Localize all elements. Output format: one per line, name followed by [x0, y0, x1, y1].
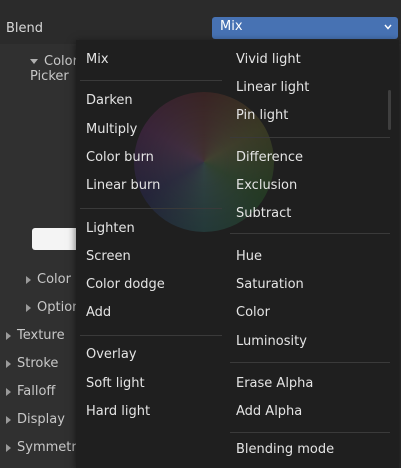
panel-row-label: Texture	[17, 328, 65, 343]
menu-item-overlay[interactable]: Overlay	[86, 347, 137, 362]
menu-item-color[interactable]: Color	[236, 305, 270, 320]
menu-separator	[80, 335, 222, 336]
menu-item-subtract[interactable]: Subtract	[236, 206, 291, 221]
menu-item-hue[interactable]: Hue	[236, 249, 262, 264]
menu-item-erase-alpha[interactable]: Erase Alpha	[236, 376, 313, 391]
menu-item-color-burn[interactable]: Color burn	[86, 150, 154, 165]
expand-triangle-icon	[6, 359, 11, 368]
menu-item-mix[interactable]: Mix	[86, 52, 109, 67]
blend-mode-menu: Mix Darken Multiply Color burn Linear bu…	[76, 40, 399, 468]
expand-triangle-icon	[6, 415, 11, 424]
menu-separator	[230, 362, 390, 363]
panel-row-label: Symmetry	[17, 440, 85, 455]
menu-item-linear-light[interactable]: Linear light	[236, 80, 309, 95]
expand-triangle-icon	[6, 443, 11, 452]
menu-scrollbar[interactable]	[388, 90, 391, 130]
panel-row-label: Display	[17, 412, 65, 427]
menu-separator	[230, 432, 390, 433]
menu-separator	[80, 208, 222, 209]
collapse-triangle-icon	[30, 59, 38, 64]
menu-item-hard-light[interactable]: Hard light	[86, 404, 150, 419]
menu-title-blending-mode: Blending mode	[236, 442, 335, 457]
menu-item-lighten[interactable]: Lighten	[86, 221, 135, 236]
blend-label: Blend	[6, 21, 44, 36]
panel-row-label: Falloff	[17, 384, 56, 399]
menu-item-luminosity[interactable]: Luminosity	[236, 334, 307, 349]
menu-item-saturation[interactable]: Saturation	[236, 277, 304, 292]
expand-triangle-icon	[26, 303, 31, 312]
menu-item-soft-light[interactable]: Soft light	[86, 376, 145, 391]
menu-item-vivid-light[interactable]: Vivid light	[236, 52, 301, 67]
panel-row-label: Color	[37, 272, 71, 287]
menu-item-multiply[interactable]: Multiply	[86, 122, 137, 137]
menu-separator	[230, 233, 390, 234]
menu-item-linear-burn[interactable]: Linear burn	[86, 178, 160, 193]
menu-item-pin-light[interactable]: Pin light	[236, 108, 288, 123]
menu-separator	[80, 80, 222, 81]
menu-item-color-dodge[interactable]: Color dodge	[86, 277, 165, 292]
menu-item-difference[interactable]: Difference	[236, 150, 303, 165]
menu-item-add-alpha[interactable]: Add Alpha	[236, 404, 302, 419]
menu-item-exclusion[interactable]: Exclusion	[236, 178, 297, 193]
blend-mode-dropdown[interactable]: Mix	[212, 17, 398, 39]
menu-item-add[interactable]: Add	[86, 305, 111, 320]
menu-item-screen[interactable]: Screen	[86, 249, 131, 264]
blend-mode-value: Mix	[220, 19, 243, 34]
chevron-down-icon	[384, 24, 392, 30]
panel-row-label: Stroke	[17, 356, 59, 371]
menu-item-darken[interactable]: Darken	[86, 93, 133, 108]
menu-separator	[230, 137, 390, 138]
expand-triangle-icon	[6, 387, 11, 396]
expand-triangle-icon	[26, 275, 31, 284]
expand-triangle-icon	[6, 331, 11, 340]
